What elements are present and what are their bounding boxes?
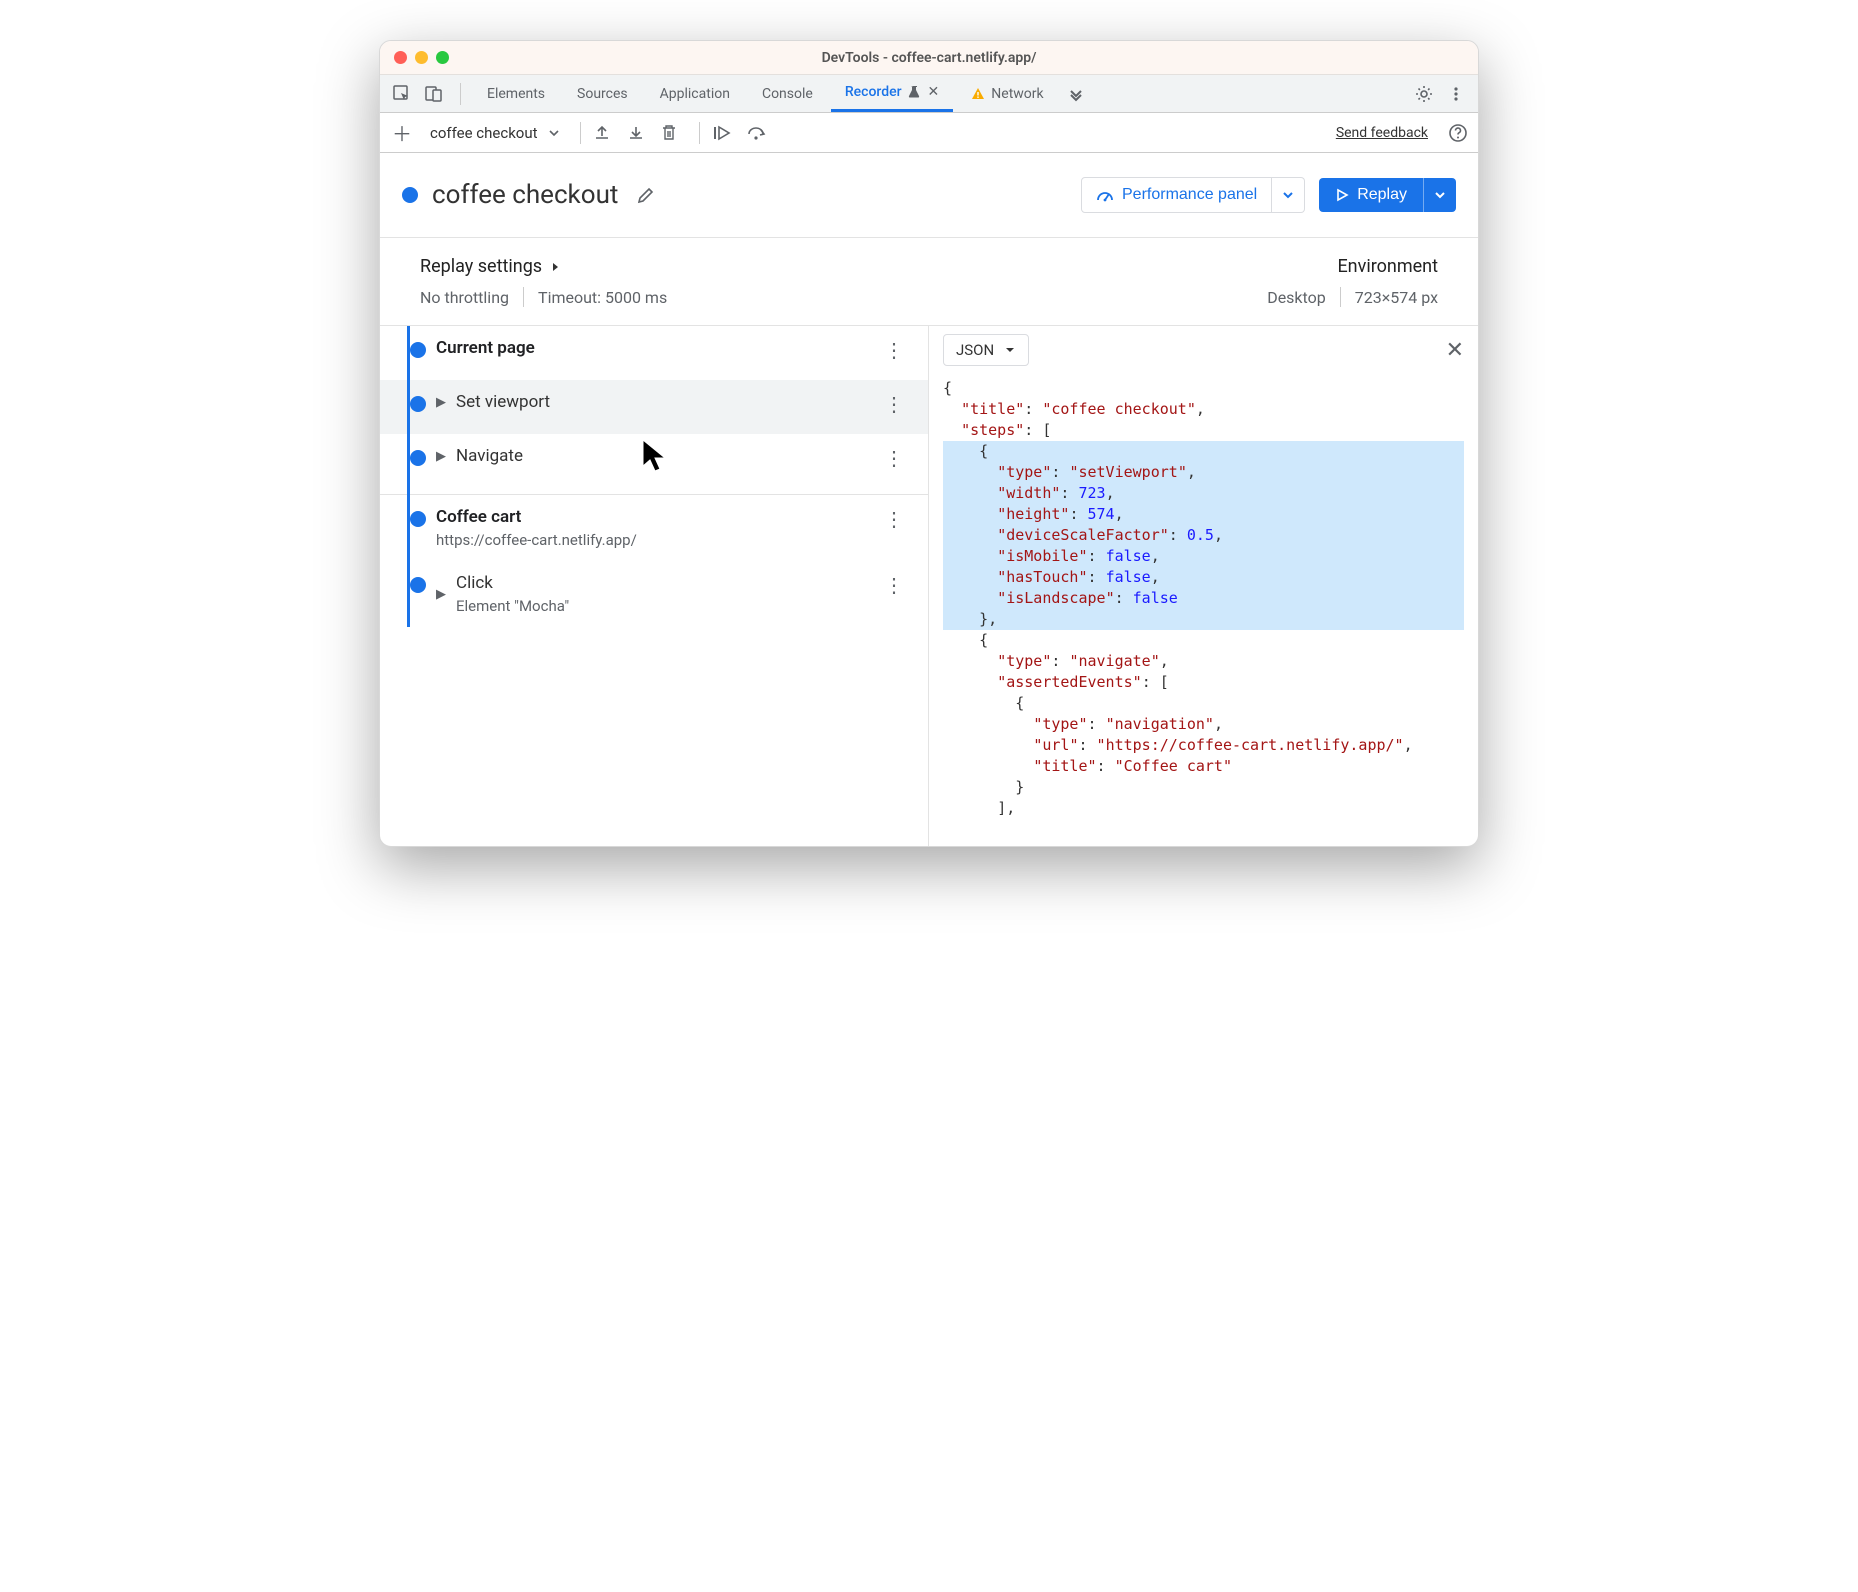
recording-title-row: coffee checkout Performance panel Replay [380, 153, 1478, 238]
settings-gear-icon[interactable] [1410, 85, 1438, 103]
replay-settings-toggle[interactable]: Replay settings [420, 256, 667, 277]
step-set-viewport[interactable]: ▶ Set viewport ⋮ [380, 380, 928, 434]
expand-icon[interactable]: ▶ [436, 449, 446, 464]
step-menu-icon[interactable]: ⋮ [878, 392, 910, 416]
step-menu-icon[interactable]: ⋮ [878, 338, 910, 362]
recorder-toolbar: ＋ coffee checkout Send feedback [380, 113, 1478, 153]
performance-panel-button[interactable]: Performance panel [1081, 177, 1272, 213]
format-select[interactable]: JSON [943, 334, 1029, 366]
kebab-menu-icon[interactable] [1442, 86, 1470, 102]
warning-icon [971, 87, 985, 101]
more-tabs-icon[interactable] [1062, 86, 1090, 102]
tab-elements[interactable]: Elements [473, 75, 559, 112]
devtools-window: DevTools - coffee-cart.netlify.app/ Elem… [379, 40, 1479, 847]
code-pane: JSON ✕ { "title": "coffee checkout", "st… [929, 326, 1478, 846]
recording-title: coffee checkout [432, 180, 618, 210]
steps-pane: Current page ⋮ ▶ Set viewport ⋮ ▶ [380, 326, 929, 846]
step-click[interactable]: ▶ Click Element "Mocha" ⋮ [380, 561, 928, 627]
step-title: Navigate [456, 446, 523, 466]
step-menu-icon[interactable]: ⋮ [878, 507, 910, 531]
step-current-page[interactable]: Current page ⋮ [380, 326, 928, 380]
step-title: Coffee cart [436, 507, 637, 527]
expand-icon[interactable]: ▶ [436, 587, 446, 602]
expand-icon[interactable]: ▶ [436, 395, 446, 410]
gauge-icon [1096, 186, 1114, 204]
step-title: Click [456, 573, 569, 593]
inspect-icon[interactable] [388, 85, 416, 103]
step-subtitle: https://coffee-cart.netlify.app/ [436, 531, 637, 549]
timeout-value: Timeout: 5000 ms [538, 288, 667, 307]
performance-panel-caret[interactable] [1272, 177, 1305, 213]
step-menu-icon[interactable]: ⋮ [878, 446, 910, 470]
tab-console[interactable]: Console [748, 75, 827, 112]
step-navigate[interactable]: ▶ Navigate ⋮ [380, 434, 928, 488]
step-subtitle: Element "Mocha" [456, 597, 569, 615]
settings-row: Replay settings No throttling Timeout: 5… [380, 238, 1478, 326]
replay-button-group: Replay [1319, 178, 1456, 212]
tab-recorder[interactable]: Recorder ✕ [831, 75, 953, 112]
divider [699, 122, 700, 144]
tab-application[interactable]: Application [646, 75, 744, 112]
step-play-icon[interactable] [712, 124, 738, 142]
recording-status-dot [402, 187, 418, 203]
device-toggle-icon[interactable] [420, 85, 448, 103]
tab-network[interactable]: Network [957, 75, 1057, 112]
step-over-icon[interactable] [746, 124, 772, 142]
main-split: Current page ⋮ ▶ Set viewport ⋮ ▶ [380, 326, 1478, 846]
performance-panel-button-group: Performance panel [1081, 177, 1305, 213]
step-coffee-cart[interactable]: Coffee cart https://coffee-cart.netlify.… [380, 495, 928, 561]
chevron-down-icon [1004, 344, 1016, 356]
help-icon[interactable] [1448, 123, 1468, 143]
step-title: Current page [436, 338, 535, 358]
code-pane-header: JSON ✕ [929, 326, 1478, 374]
new-recording-button[interactable]: ＋ [390, 118, 414, 147]
json-code[interactable]: { "title": "coffee checkout", "steps": [… [929, 374, 1478, 846]
replay-label: Replay [1357, 186, 1407, 204]
window-title: DevTools - coffee-cart.netlify.app/ [380, 50, 1478, 66]
chevron-down-icon [548, 127, 560, 139]
performance-panel-label: Performance panel [1122, 186, 1257, 204]
send-feedback-link[interactable]: Send feedback [1336, 125, 1428, 141]
divider [580, 122, 581, 144]
titlebar: DevTools - coffee-cart.netlify.app/ [380, 41, 1478, 75]
step-title: Set viewport [456, 392, 550, 412]
format-label: JSON [956, 341, 994, 359]
environment-heading: Environment [1337, 256, 1438, 277]
replay-button[interactable]: Replay [1319, 178, 1423, 212]
tab-sources[interactable]: Sources [563, 75, 642, 112]
edit-title-icon[interactable] [636, 185, 656, 205]
delete-icon[interactable] [661, 124, 687, 142]
device-value: Desktop [1267, 288, 1326, 307]
recording-select-label: coffee checkout [430, 124, 538, 142]
throttling-value: No throttling [420, 288, 509, 307]
divider [460, 83, 461, 105]
replay-caret[interactable] [1423, 178, 1456, 212]
panel-tabstrip: Elements Sources Application Console Rec… [380, 75, 1478, 113]
play-icon [1335, 188, 1349, 202]
step-menu-icon[interactable]: ⋮ [878, 573, 910, 597]
import-icon[interactable] [627, 124, 653, 142]
close-code-pane-icon[interactable]: ✕ [1446, 338, 1464, 363]
recording-select[interactable]: coffee checkout [422, 124, 568, 142]
viewport-value: 723×574 px [1355, 288, 1438, 307]
export-icon[interactable] [593, 124, 619, 142]
close-tab-icon[interactable]: ✕ [928, 84, 940, 100]
flask-icon [908, 85, 922, 99]
chevron-right-icon [550, 261, 560, 273]
